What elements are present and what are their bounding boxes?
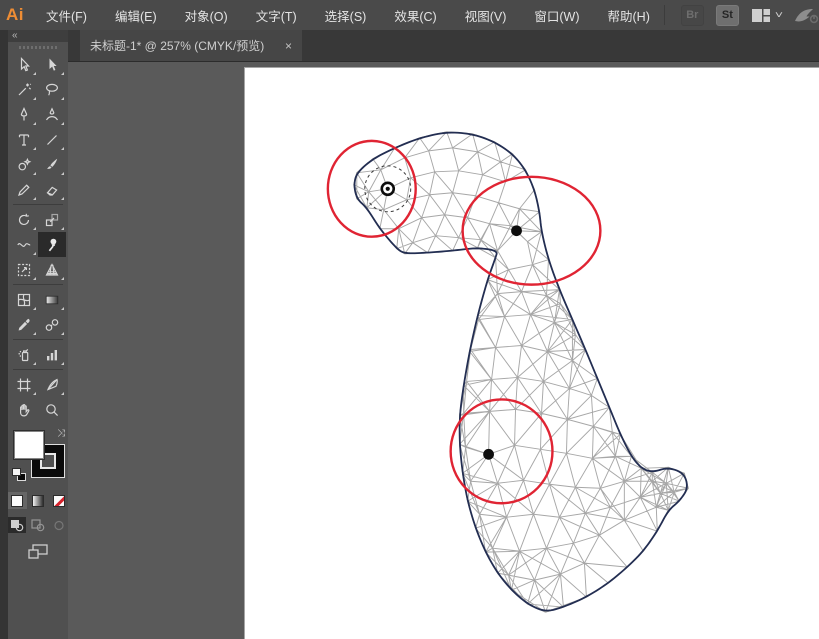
panel-header: « xyxy=(8,30,68,42)
toolbar-separator xyxy=(13,339,63,340)
warp-mesh xyxy=(354,132,688,612)
menu-edit[interactable]: 编辑(E) xyxy=(101,0,171,32)
document-tabbar: 未标题-1* @ 257% (CMYK/预览) × xyxy=(68,30,819,62)
panel-grip[interactable] xyxy=(19,46,57,49)
draw-behind-button[interactable] xyxy=(29,517,47,533)
launcher-rocket-icon[interactable] xyxy=(794,6,819,25)
tool-symbol-sprayer[interactable] xyxy=(10,342,38,367)
illustrator-logo: Ai xyxy=(6,2,24,28)
document-tab[interactable]: 未标题-1* @ 257% (CMYK/预览) × xyxy=(80,30,302,61)
draw-inside-button[interactable] xyxy=(50,517,68,533)
tool-eyedropper[interactable] xyxy=(10,312,38,337)
tool-lasso[interactable] xyxy=(38,77,66,102)
tool-shaper[interactable] xyxy=(10,152,38,177)
tool-free-transform[interactable] xyxy=(10,257,38,282)
color-button[interactable] xyxy=(8,492,27,509)
screen-mode-button[interactable] xyxy=(8,543,68,560)
tool-line-segment[interactable] xyxy=(38,127,66,152)
tool-pencil[interactable] xyxy=(10,177,38,202)
vector-path[interactable] xyxy=(355,133,687,611)
tool-slice[interactable] xyxy=(38,372,66,397)
tool-selection[interactable] xyxy=(10,52,38,77)
tab-close-icon[interactable]: × xyxy=(285,40,292,52)
workspace-switcher[interactable]: ˅ xyxy=(751,8,782,23)
tool-artboard[interactable] xyxy=(10,372,38,397)
toolbar-separator xyxy=(13,204,63,205)
none-button[interactable] xyxy=(49,492,68,509)
tool-eraser[interactable] xyxy=(38,177,66,202)
puppet-pin[interactable] xyxy=(511,225,522,236)
drawing-mode-buttons xyxy=(8,517,68,533)
tool-hand[interactable] xyxy=(10,397,38,422)
draw-normal-button[interactable] xyxy=(8,517,26,533)
tool-width[interactable] xyxy=(10,232,38,257)
artwork-svg[interactable] xyxy=(245,68,819,639)
chevron-down-icon: ˅ xyxy=(775,10,783,21)
toolbar-separator xyxy=(13,284,63,285)
menu-type[interactable]: 文字(T) xyxy=(242,0,311,32)
stock-button[interactable]: St xyxy=(716,5,739,26)
toolbar-separator xyxy=(13,369,63,370)
annotation-circle xyxy=(328,141,416,237)
tool-column-graph[interactable] xyxy=(38,342,66,367)
tool-magic-wand[interactable] xyxy=(10,77,38,102)
mesh-boundary xyxy=(354,132,688,612)
tool-blend[interactable] xyxy=(38,312,66,337)
menu-window[interactable]: 窗口(W) xyxy=(520,0,593,32)
tool-perspective-grid[interactable] xyxy=(38,257,66,282)
menu-select[interactable]: 选择(S) xyxy=(311,0,381,32)
tool-pen[interactable] xyxy=(10,102,38,127)
artboard[interactable] xyxy=(244,67,819,639)
workspace-layout-icon xyxy=(751,8,771,23)
tool-puppet-warp[interactable] xyxy=(38,232,66,257)
tool-curvature[interactable] xyxy=(38,102,66,127)
tool-type[interactable] xyxy=(10,127,38,152)
menu-effect[interactable]: 效果(C) xyxy=(380,0,450,32)
tool-scale[interactable] xyxy=(38,207,66,232)
menubar: Ai 文件(F) 编辑(E) 对象(O) 文字(T) 选择(S) 效果(C) 视… xyxy=(0,0,819,30)
bridge-button[interactable]: Br xyxy=(681,5,704,26)
tool-mesh[interactable] xyxy=(10,287,38,312)
gradient-button[interactable] xyxy=(29,492,48,509)
puppet-pin[interactable] xyxy=(483,449,494,460)
default-fill-stroke-icon[interactable] xyxy=(12,468,26,481)
puppet-pin-center-dot xyxy=(386,187,390,191)
tool-direct-selection[interactable] xyxy=(38,52,66,77)
collapse-panel-icon[interactable]: « xyxy=(12,30,18,41)
tool-paintbrush[interactable] xyxy=(38,152,66,177)
menubar-divider xyxy=(664,5,665,25)
tool-rotate[interactable] xyxy=(10,207,38,232)
tool-gradient[interactable] xyxy=(38,287,66,312)
screen-mode-icon xyxy=(27,543,49,560)
swap-fill-stroke-icon[interactable]: ⤨ xyxy=(57,428,65,439)
color-swatches: ⤨ xyxy=(8,428,68,486)
tools-grid xyxy=(8,52,68,422)
tool-zoom[interactable] xyxy=(38,397,66,422)
menu-object[interactable]: 对象(O) xyxy=(171,0,242,32)
menu-file[interactable]: 文件(F) xyxy=(32,0,101,32)
main-menu: 文件(F) 编辑(E) 对象(O) 文字(T) 选择(S) 效果(C) 视图(V… xyxy=(32,0,664,32)
fill-type-buttons xyxy=(8,492,68,509)
tools-panel: « xyxy=(0,30,68,639)
canvas-area xyxy=(68,62,819,639)
fill-color-swatch[interactable] xyxy=(13,430,45,460)
menu-view[interactable]: 视图(V) xyxy=(451,0,521,32)
document-tab-title: 未标题-1* @ 257% (CMYK/预览) xyxy=(90,37,275,54)
menu-help[interactable]: 帮助(H) xyxy=(594,0,664,32)
